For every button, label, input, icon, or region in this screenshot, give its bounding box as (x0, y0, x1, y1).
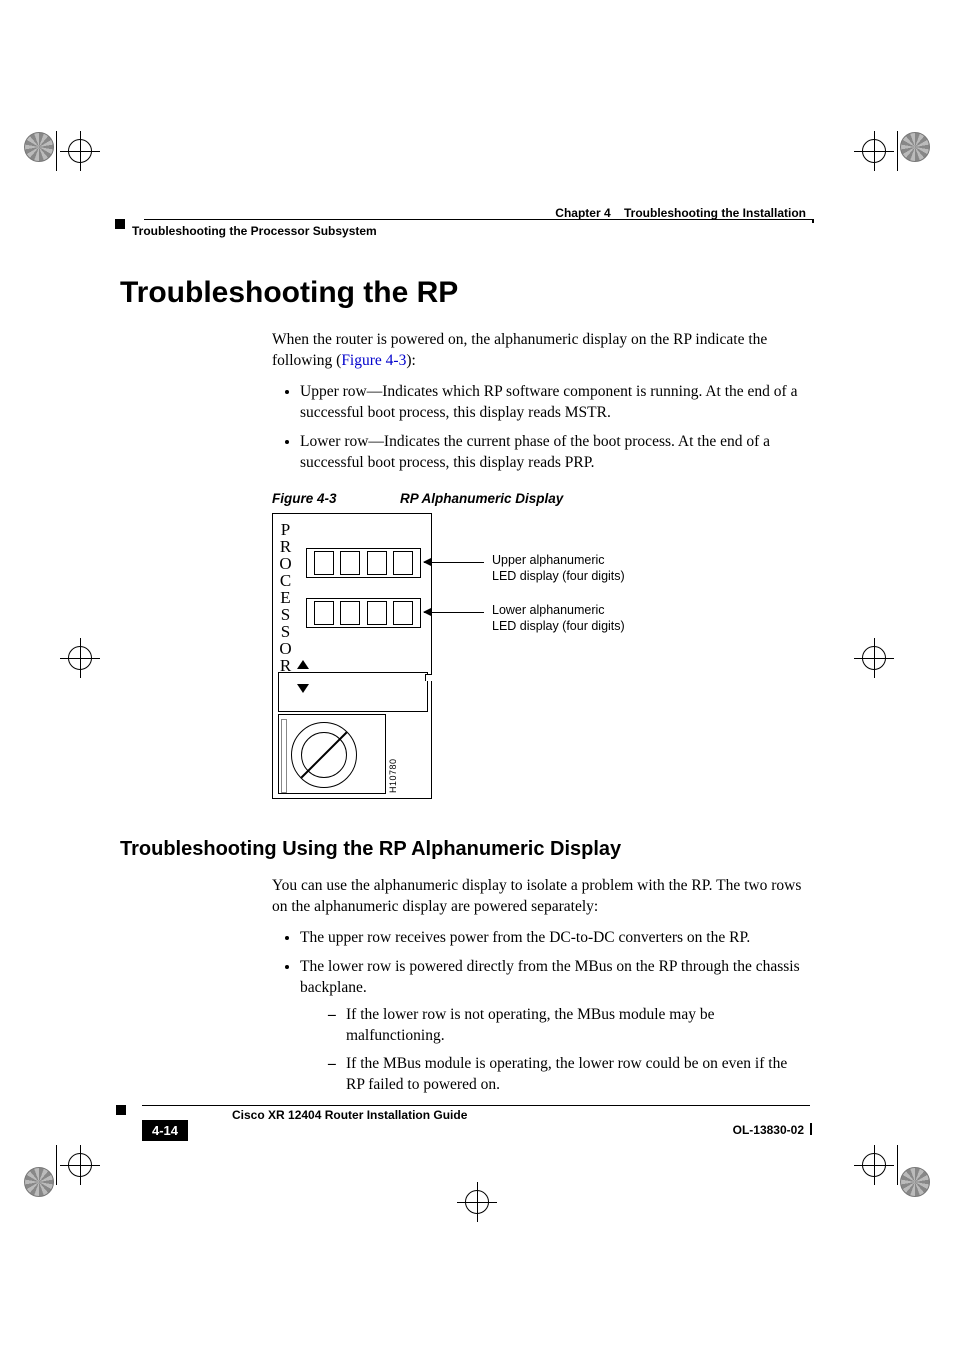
callout-line: Lower alphanumeric (492, 603, 625, 619)
header-accent-box (115, 219, 125, 229)
paragraph: You can use the alphanumeric display to … (272, 876, 802, 918)
body-block-2: You can use the alphanumeric display to … (272, 876, 802, 1104)
callout-lower: Lower alphanumeric LED display (four dig… (492, 603, 625, 634)
callout-line: LED display (four digits) (492, 569, 625, 585)
registration-mark (854, 1145, 894, 1185)
registration-mark (854, 131, 894, 171)
body-block-1: When the router is powered on, the alpha… (272, 330, 802, 482)
dash-list: If the lower row is not operating, the M… (300, 1005, 802, 1097)
figure-title: RP Alphanumeric Display (400, 491, 563, 506)
registration-mark (60, 131, 100, 171)
lower-led-row (306, 598, 421, 628)
figure-label: Figure 4-3 (272, 491, 337, 506)
list-item: If the lower row is not operating, the M… (328, 1005, 802, 1047)
registration-color-spot (900, 1167, 930, 1197)
figure-id: H10780 (388, 758, 398, 793)
bullet-list-2: The upper row receives power from the DC… (272, 928, 802, 1096)
upper-led-row (306, 548, 421, 578)
connector-circle (291, 722, 357, 788)
chapter-title: Troubleshooting the Installation (624, 206, 806, 220)
crop-mark (56, 1145, 57, 1185)
figure-crossref-link[interactable]: Figure 4-3 (341, 352, 406, 369)
list-item: If the MBus module is operating, the low… (328, 1054, 802, 1096)
callout-line: LED display (four digits) (492, 619, 625, 635)
callout-line: Upper alphanumeric (492, 553, 625, 569)
down-arrow-icon (297, 684, 309, 693)
heading-1: Troubleshooting the RP (120, 276, 458, 310)
registration-mark (457, 1182, 497, 1222)
intro-text-post: ): (406, 352, 415, 369)
list-item: The upper row receives power from the DC… (300, 928, 802, 949)
panel-notch (425, 674, 432, 681)
bullet-list-1: Upper row—Indicates which RP software co… (272, 382, 802, 474)
callout-arrow (424, 612, 484, 613)
list-item-text: The lower row is powered directly from t… (300, 958, 800, 996)
callout-arrow (424, 562, 484, 563)
footer-accent-box (116, 1105, 126, 1115)
crop-mark (897, 1145, 898, 1185)
chapter-number: Chapter 4 (555, 206, 610, 220)
registration-color-spot (24, 1167, 54, 1197)
pin-strip (281, 719, 287, 793)
list-item: The lower row is powered directly from t… (300, 957, 802, 1097)
page-number: 4-14 (142, 1120, 188, 1141)
doc-id: OL-13830-02 (733, 1123, 804, 1137)
crop-mark (897, 131, 898, 171)
footer-guide-title: Cisco XR 12404 Router Installation Guide (232, 1108, 467, 1122)
processor-label: PROCESSOR (279, 520, 295, 660)
page: Chapter 4 Troubleshooting the Installati… (0, 0, 954, 1351)
running-head-left: Troubleshooting the Processor Subsystem (132, 224, 377, 238)
registration-color-spot (24, 132, 54, 162)
callout-upper: Upper alphanumeric LED display (four dig… (492, 553, 625, 584)
header-rule-end (808, 219, 814, 223)
list-item: Lower row—Indicates the current phase of… (300, 432, 802, 474)
heading-2: Troubleshooting Using the RP Alphanumeri… (120, 838, 621, 861)
list-item: Upper row—Indicates which RP software co… (300, 382, 802, 424)
registration-mark (854, 638, 894, 678)
registration-mark (60, 638, 100, 678)
figure-diagram: PROCESSOR Upper alphanumeric LED display… (272, 513, 712, 803)
registration-color-spot (900, 132, 930, 162)
up-arrow-icon (297, 660, 309, 669)
doc-id-bar (810, 1123, 812, 1135)
footer-rule (142, 1105, 810, 1106)
crop-mark (56, 131, 57, 171)
running-head-right: Chapter 4 Troubleshooting the Installati… (555, 206, 806, 220)
rp-faceplate: PROCESSOR (272, 513, 432, 799)
registration-mark (60, 1145, 100, 1185)
